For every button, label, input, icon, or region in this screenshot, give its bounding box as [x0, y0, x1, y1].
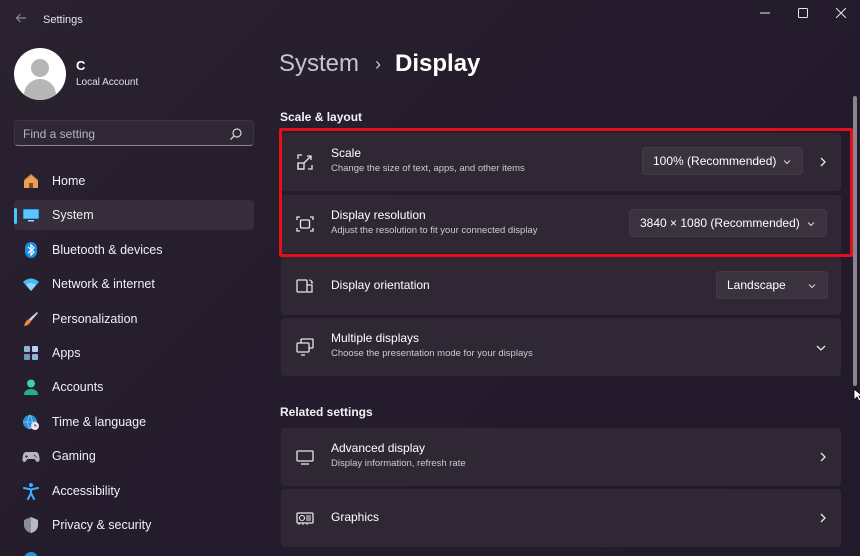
sidebar-item-label: Accessibility [52, 483, 121, 498]
sidebar-nav: Home System Bluetooth & devices Network … [14, 166, 254, 556]
sidebar-item-personalization[interactable]: Personalization [14, 304, 254, 334]
page-title: Display [395, 50, 481, 77]
shield-icon [24, 516, 38, 533]
search-box[interactable] [14, 120, 254, 146]
orientation-title: Display orientation [331, 278, 430, 292]
close-icon [836, 8, 846, 18]
advanced-display-title: Advanced display [331, 441, 426, 455]
sidebar-item-label: System [52, 208, 94, 223]
search-icon[interactable] [229, 127, 243, 141]
scale-icon [297, 154, 313, 170]
globe-clock-icon [23, 414, 39, 430]
orientation-icon [296, 279, 314, 293]
title-bar: Settings [0, 0, 860, 40]
sidebar-item-privacy-security[interactable]: Privacy & security [14, 510, 254, 540]
home-icon [24, 174, 38, 188]
chevron-right-icon [820, 513, 826, 523]
avatar [14, 48, 66, 100]
close-button[interactable] [818, 0, 860, 26]
orientation-dropdown-value: Landscape [727, 278, 786, 292]
orientation-dropdown[interactable]: Landscape [716, 271, 828, 299]
sidebar-item-accessibility[interactable]: Accessibility [14, 476, 254, 506]
mouse-cursor-icon [853, 388, 860, 402]
resolution-icon [296, 216, 314, 232]
sidebar-item-home[interactable]: Home [14, 166, 254, 196]
brush-icon [24, 311, 38, 326]
minimize-icon [760, 12, 770, 14]
sidebar-item-label: Apps [52, 345, 81, 360]
user-profile[interactable]: C Local Account [14, 48, 254, 100]
resolution-title: Display resolution [331, 208, 426, 222]
chevron-down-icon [783, 160, 791, 165]
scale-description: Change the size of text, apps, and other… [331, 163, 525, 174]
sidebar-item-label: Privacy & security [52, 517, 152, 532]
update-icon [24, 552, 38, 556]
app-title: Settings [43, 14, 83, 26]
sidebar-item-network[interactable]: Network & internet [14, 269, 254, 299]
chevron-down-icon [808, 284, 816, 289]
sidebar-item-system[interactable]: System [14, 200, 254, 231]
monitor-icon [296, 450, 314, 465]
multiple-displays-title: Multiple displays [331, 331, 420, 345]
user-name: C [76, 58, 86, 73]
system-icon [23, 209, 39, 222]
sidebar-item-windows-update[interactable] [14, 544, 254, 556]
advanced-display-description: Display information, refresh rate [331, 458, 466, 469]
breadcrumb: System › Display [279, 49, 480, 79]
scroll-thumb[interactable] [853, 96, 857, 386]
multiple-displays-icon [296, 338, 314, 356]
multiple-displays-card[interactable]: Multiple displays Choose the presentatio… [281, 318, 841, 376]
scale-dropdown-value: 100% (Recommended) [653, 154, 777, 168]
sidebar-item-apps[interactable]: Apps [14, 338, 254, 368]
scrollbar[interactable] [853, 96, 857, 552]
accounts-icon [24, 379, 38, 396]
chevron-right-icon [820, 452, 826, 462]
sidebar-item-label: Home [52, 174, 86, 188]
sidebar-item-label: Network & internet [52, 277, 155, 292]
breadcrumb-separator: › [375, 53, 382, 74]
resolution-description: Adjust the resolution to fit your connec… [331, 225, 538, 236]
maximize-icon [798, 8, 808, 18]
advanced-display-card[interactable]: Advanced display Display information, re… [281, 428, 841, 486]
resolution-dropdown-value: 3840 × 1080 (Recommended) [640, 216, 800, 230]
breadcrumb-parent[interactable]: System [279, 50, 359, 78]
scale-setting-card[interactable]: Scale Change the size of text, apps, and… [281, 133, 841, 191]
display-resolution-card: Display resolution Adjust the resolution… [281, 195, 841, 253]
resolution-dropdown[interactable]: 3840 × 1080 (Recommended) [629, 209, 827, 237]
sidebar-item-label: Time & language [52, 414, 147, 429]
scale-dropdown[interactable]: 100% (Recommended) [642, 147, 803, 175]
gamepad-icon [22, 452, 40, 463]
graphics-title: Graphics [331, 510, 380, 524]
chevron-down-icon [807, 222, 815, 227]
chevron-down-icon[interactable] [815, 342, 827, 354]
wifi-icon [23, 278, 39, 292]
scale-title: Scale [331, 146, 362, 160]
apps-icon [24, 345, 38, 360]
sidebar-item-label: Bluetooth & devices [52, 242, 163, 257]
graphics-card[interactable]: Graphics [281, 489, 841, 547]
sidebar-item-accounts[interactable]: Accounts [14, 372, 254, 402]
section-title-scale-layout: Scale & layout [280, 110, 363, 124]
sidebar-item-bluetooth[interactable]: Bluetooth & devices [14, 235, 254, 265]
search-input[interactable] [23, 125, 223, 142]
bluetooth-icon [25, 241, 37, 258]
sidebar-item-label: Gaming [52, 449, 96, 464]
accessibility-icon [23, 482, 39, 500]
sidebar-item-label: Accounts [52, 380, 104, 395]
multiple-displays-description: Choose the presentation mode for your di… [331, 348, 533, 359]
sidebar-item-time-language[interactable]: Time & language [14, 407, 254, 437]
back-arrow-icon[interactable] [10, 8, 32, 30]
sidebar-item-label: Personalization [52, 311, 138, 326]
display-orientation-card: Display orientation Landscape [281, 257, 841, 315]
chevron-right-icon[interactable] [817, 156, 829, 168]
graphics-card-icon [296, 512, 314, 525]
account-type: Local Account [76, 77, 139, 88]
sidebar-item-gaming[interactable]: Gaming [14, 441, 254, 471]
section-title-related-settings: Related settings [280, 405, 373, 419]
